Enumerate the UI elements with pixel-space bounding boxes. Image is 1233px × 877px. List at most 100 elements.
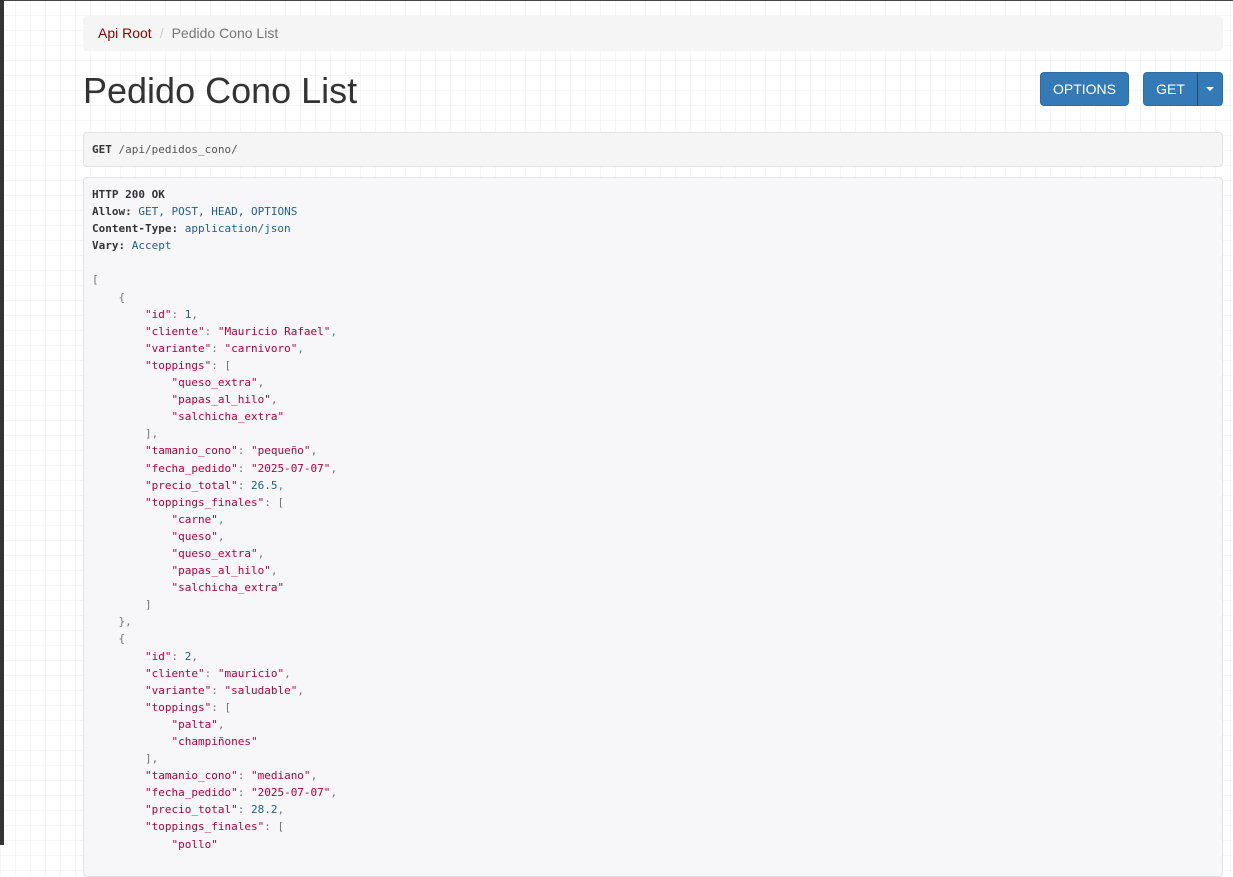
- json-token: :: [237, 444, 251, 458]
- json-token: "mediano": [250, 769, 311, 783]
- json-token: "precio_total": [144, 803, 238, 817]
- breadcrumb-link-api-root[interactable]: Api Root: [98, 25, 152, 41]
- breadcrumb: Api Root / Pedido Cono List: [83, 16, 1223, 51]
- json-token: ,: [270, 393, 278, 407]
- caret-down-icon: [1206, 87, 1214, 92]
- json-line: "fecha_pedido": "2025-07-07",: [92, 460, 1214, 477]
- json-token: "saludable": [224, 683, 298, 697]
- json-line: "queso_extra",: [92, 374, 1214, 391]
- json-token: "papas_al_hilo": [171, 393, 271, 407]
- json-line: ],: [92, 750, 1214, 767]
- json-token: ,: [310, 769, 318, 783]
- json-token: :: [204, 666, 218, 680]
- json-token: :: [237, 786, 251, 800]
- json-token: "salchicha_extra": [171, 410, 285, 424]
- json-line: "variante": "carnivoro",: [92, 340, 1214, 357]
- options-button[interactable]: OPTIONS: [1040, 72, 1129, 106]
- json-line: "cliente": "Mauricio Rafael",: [92, 323, 1214, 340]
- json-token: : [: [264, 820, 285, 834]
- json-token: ,: [330, 324, 338, 338]
- response-info: HTTP 200 OK Allow: GET, POST, HEAD, OPTI…: [83, 177, 1223, 877]
- json-line: "cliente": "mauricio",: [92, 665, 1214, 682]
- json-line: "pollo": [92, 836, 1214, 853]
- json-token: :: [204, 324, 218, 338]
- json-token: "toppings_finales": [144, 495, 265, 509]
- json-line: ],: [92, 425, 1214, 442]
- json-token: ,: [297, 683, 304, 697]
- json-token: ,: [270, 564, 278, 578]
- json-token: {: [92, 290, 126, 304]
- json-line: "papas_al_hilo",: [92, 562, 1214, 579]
- json-token: "cliente": [144, 666, 205, 680]
- breadcrumb-separator: /: [159, 25, 164, 41]
- request-url: /api/pedidos_cono/: [118, 143, 238, 156]
- json-line: "precio_total": 26.5,: [92, 477, 1214, 494]
- json-line: "champiñones": [92, 733, 1214, 750]
- json-token: [: [92, 273, 99, 287]
- json-token: "fecha_pedido": [144, 786, 238, 800]
- json-token: "fecha_pedido": [144, 461, 238, 475]
- header-value: Accept: [131, 239, 172, 253]
- request-info: GET /api/pedidos_cono/: [83, 132, 1223, 167]
- json-line: "id": 2,: [92, 648, 1214, 665]
- json-token: "queso": [171, 529, 218, 543]
- json-line: [: [92, 271, 1214, 288]
- json-token: ,: [277, 478, 285, 492]
- json-line: {: [92, 289, 1214, 306]
- json-token: "carnivoro": [224, 341, 298, 355]
- json-token: "champiñones": [171, 735, 258, 748]
- json-token: "id": [144, 649, 172, 663]
- json-token: :: [211, 341, 225, 355]
- json-token: :: [237, 769, 251, 783]
- response-header-allow: Allow: GET, POST, HEAD, OPTIONS: [92, 203, 1214, 220]
- json-token: ,: [284, 666, 291, 680]
- json-token: "toppings": [144, 358, 212, 372]
- json-token: "queso_extra": [171, 546, 258, 560]
- response-status: HTTP 200 OK: [92, 188, 165, 201]
- json-token: ,: [217, 529, 225, 543]
- json-token: ,: [191, 649, 198, 663]
- json-token: {: [92, 632, 126, 646]
- json-token: "palta": [171, 717, 218, 731]
- json-token: ,: [330, 461, 338, 475]
- json-token: "pequeño": [250, 444, 311, 458]
- json-line: "queso_extra",: [92, 545, 1214, 562]
- header-name: Allow:: [92, 205, 132, 219]
- json-line: ]: [92, 596, 1214, 613]
- json-token: ,: [330, 786, 338, 800]
- json-token: "pollo": [171, 837, 218, 851]
- response-json-body: [ { "id": 1, "cliente": "Mauricio Rafael…: [92, 271, 1214, 852]
- json-token: :: [237, 461, 251, 475]
- get-button[interactable]: GET: [1143, 72, 1198, 106]
- request-method: GET: [92, 143, 112, 156]
- json-line: "carne",: [92, 511, 1214, 528]
- response-header-vary: Vary: Accept: [92, 237, 1214, 254]
- json-token: 26.5: [250, 478, 278, 492]
- json-token: "Mauricio Rafael": [217, 324, 331, 338]
- json-token: "id": [144, 307, 172, 321]
- json-line: "palta",: [92, 716, 1214, 733]
- json-token: ,: [257, 546, 265, 560]
- json-token: :: [171, 649, 185, 663]
- json-line: },: [92, 613, 1214, 630]
- json-line: "toppings_finales": [: [92, 494, 1214, 511]
- json-token: "variante": [144, 683, 212, 697]
- json-token: : [: [264, 495, 285, 509]
- json-token: :: [211, 683, 225, 697]
- json-token: 28.2: [250, 803, 278, 817]
- get-format-dropdown-button[interactable]: [1197, 72, 1223, 106]
- json-token: :: [237, 478, 251, 492]
